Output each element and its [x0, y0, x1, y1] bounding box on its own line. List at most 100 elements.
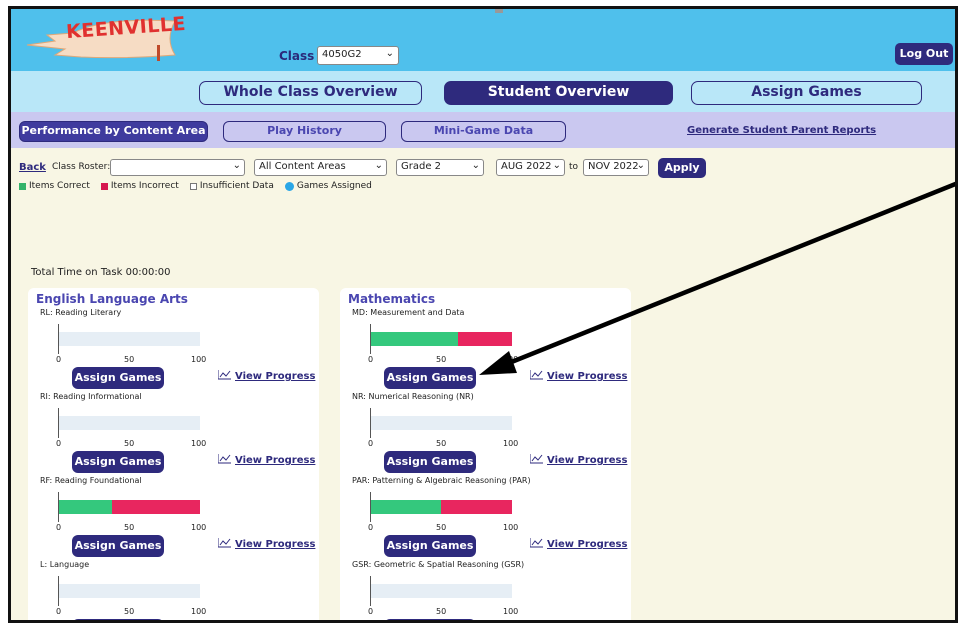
assign-games-button[interactable]: Assign Games [384, 619, 476, 620]
legend: Items Correct Items Incorrect Insufficie… [19, 179, 378, 193]
trend-chart-icon [218, 622, 231, 623]
view-progress-link[interactable]: View Progress [218, 538, 315, 550]
chart-axis [370, 408, 371, 438]
legend-insufficient-label: Insufficient Data [199, 181, 274, 191]
trend-chart-icon [530, 454, 543, 464]
view-progress-link[interactable]: View Progress [218, 454, 315, 466]
progress-chart: 0 50 100 [368, 576, 518, 616]
tick-label: 50 [436, 607, 447, 616]
apply-button[interactable]: Apply [658, 158, 706, 178]
correct-swatch [19, 182, 26, 190]
tick-label: 0 [56, 523, 62, 532]
insufficient-swatch [189, 182, 197, 190]
content-area-section: RL: Reading Literary 0 50 100 Assign Gam… [28, 308, 319, 392]
trend-chart-icon [530, 622, 543, 623]
chart-track [58, 332, 200, 346]
tick-label: 0 [368, 355, 374, 364]
content-area-section: NR: Numerical Reasoning (NR) 0 50 100 As… [340, 392, 631, 476]
tab-assign-games[interactable]: Assign Games [691, 81, 922, 105]
tick-label: 100 [191, 607, 207, 616]
tick-label: 0 [56, 439, 62, 448]
chart-axis [370, 324, 371, 354]
tick-label: 100 [503, 607, 519, 616]
view-progress-link[interactable]: View Progress [530, 454, 627, 466]
to-date-select[interactable]: NOV 2022 ⌄ [583, 159, 649, 176]
tick-label: 100 [191, 523, 207, 532]
legend-correct-label: Items Correct [29, 181, 90, 191]
tab-whole-class-overview[interactable]: Whole Class Overview [199, 81, 422, 105]
subtab-play-history[interactable]: Play History [223, 121, 386, 142]
content-area-section: RI: Reading Informational 0 50 100 Assig… [28, 392, 319, 476]
generate-reports-link[interactable]: Generate Student Parent Reports [687, 125, 876, 136]
view-progress-link[interactable]: View Progress [218, 370, 315, 382]
subtab-performance-by-content-area[interactable]: Performance by Content Area [19, 121, 208, 142]
content-area-section: GSR: Geometric & Spatial Reasoning (GSR)… [340, 560, 631, 623]
main-nav: Whole Class Overview Student Overview As… [11, 71, 955, 112]
trend-chart-icon [218, 370, 231, 380]
games-assigned-icon [284, 181, 294, 191]
content-area-section: RF: Reading Foundational 0 50 100 Assign… [28, 476, 319, 560]
section-label: NR: Numerical Reasoning (NR) [352, 392, 474, 401]
assign-games-button[interactable]: Assign Games [384, 451, 476, 473]
tick-label: 50 [124, 607, 135, 616]
class-roster-select[interactable]: ⌄ [110, 159, 245, 176]
progress-chart: 0 50 100 [368, 324, 518, 364]
tick-label: 100 [503, 523, 519, 532]
incorrect-bar [441, 500, 512, 514]
section-label: RF: Reading Foundational [40, 476, 142, 485]
class-select[interactable]: 4050G2 ⌄ [317, 46, 399, 65]
incorrect-swatch [100, 182, 108, 190]
correct-bar [58, 500, 112, 514]
progress-chart: 0 50 100 [368, 492, 518, 532]
from-date-value: AUG 2022 [501, 161, 552, 172]
view-progress-label: View Progress [235, 539, 316, 550]
assign-games-button[interactable]: Assign Games [72, 451, 164, 473]
tick-label: 50 [124, 355, 135, 364]
from-date-select[interactable]: AUG 2022 ⌄ [496, 159, 565, 176]
content-area-select[interactable]: All Content Areas ⌄ [254, 159, 387, 176]
card-mathematics: Mathematics MD: Measurement and Data 0 5… [340, 288, 631, 623]
chart-axis [58, 492, 59, 522]
trend-chart-icon [530, 538, 543, 548]
assign-games-button[interactable]: Assign Games [72, 535, 164, 557]
subtab-mini-game-data[interactable]: Mini-Game Data [401, 121, 566, 142]
legend-correct: Items Correct [19, 181, 90, 191]
correct-bar [370, 332, 458, 346]
assign-games-button[interactable]: Assign Games [72, 367, 164, 389]
assign-games-button[interactable]: Assign Games [384, 535, 476, 557]
legend-assigned-label: Games Assigned [296, 181, 372, 191]
section-label: PAR: Patterning & Algebraic Reasoning (P… [352, 476, 531, 485]
chevron-down-icon: ⌄ [471, 160, 480, 171]
section-label: GSR: Geometric & Spatial Reasoning (GSR) [352, 560, 525, 569]
assign-games-button[interactable]: Assign Games [72, 619, 164, 620]
chart-axis [370, 492, 371, 522]
view-progress-link[interactable]: View Progress [218, 622, 315, 623]
card-title: Mathematics [348, 292, 436, 306]
assign-games-button[interactable]: Assign Games [384, 367, 476, 389]
chevron-down-icon: ⌄ [636, 160, 645, 171]
logout-button[interactable]: Log Out [895, 43, 953, 65]
class-label: Class [279, 49, 315, 63]
window-notch [495, 9, 503, 13]
content-area-section: L: Language 0 50 100 Assign Games View P… [28, 560, 319, 623]
chart-track [58, 584, 200, 598]
view-progress-link[interactable]: View Progress [530, 538, 627, 550]
grade-select[interactable]: Grade 2 ⌄ [396, 159, 484, 176]
tab-student-overview[interactable]: Student Overview [444, 81, 673, 105]
progress-chart: 0 50 100 [56, 408, 206, 448]
trend-chart-icon [530, 370, 543, 380]
content-area-section: PAR: Patterning & Algebraic Reasoning (P… [340, 476, 631, 560]
card-english-language-arts: English Language Arts RL: Reading Litera… [28, 288, 319, 623]
progress-chart: 0 50 100 [368, 408, 518, 448]
content-area-value: All Content Areas [259, 161, 346, 172]
tick-label: 0 [368, 607, 374, 616]
class-roster-label: Class Roster: [52, 162, 111, 172]
view-progress-label: View Progress [235, 455, 316, 466]
app-window: KEENVILLE Class 4050G2 ⌄ Log Out Whole C… [8, 6, 958, 623]
chevron-down-icon: ⌄ [385, 48, 394, 59]
view-progress-link[interactable]: View Progress [530, 622, 627, 623]
back-link[interactable]: Back [19, 162, 46, 173]
tick-label: 50 [436, 523, 447, 532]
trend-chart-icon [218, 538, 231, 548]
view-progress-link[interactable]: View Progress [530, 370, 627, 382]
